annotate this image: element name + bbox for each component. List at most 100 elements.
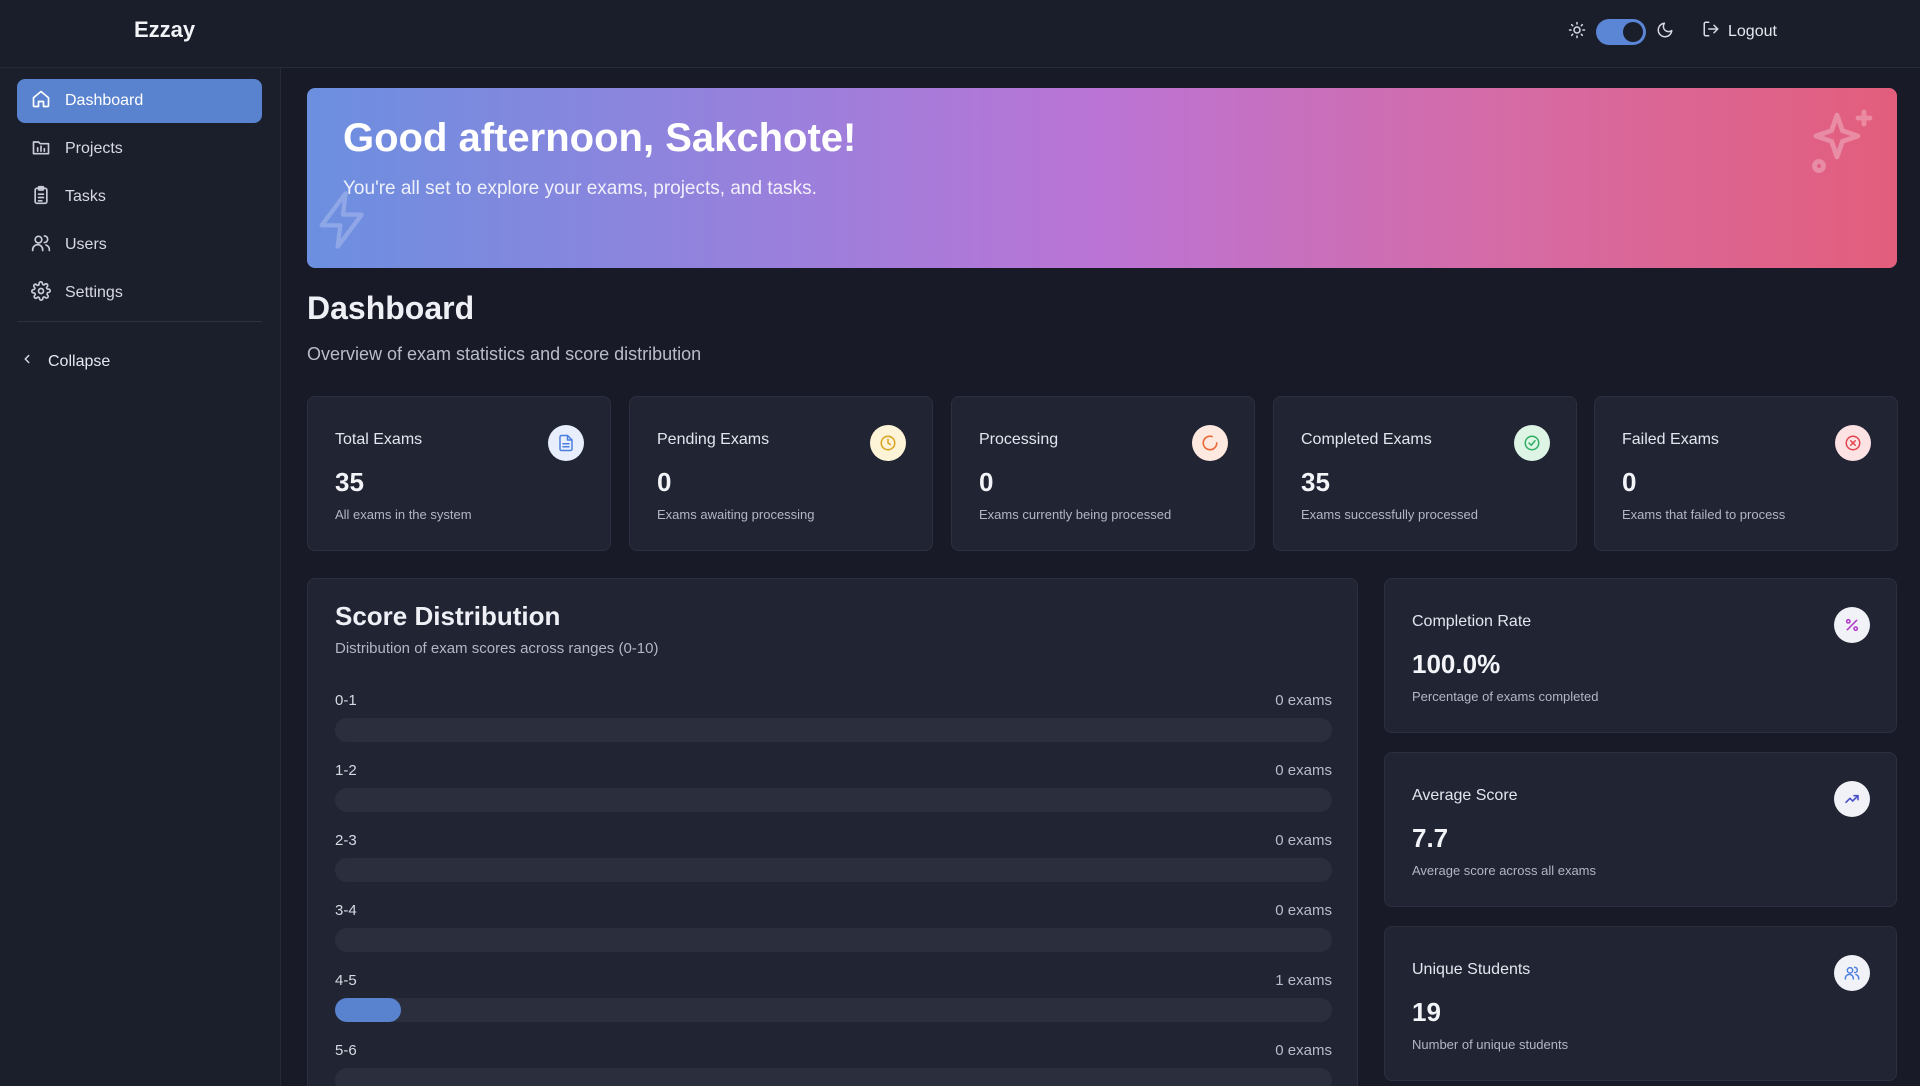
- users-icon: [31, 233, 51, 258]
- trending-up-icon: [1834, 781, 1870, 817]
- logout-icon: [1702, 20, 1720, 43]
- range-count: 0 exams: [1275, 832, 1332, 849]
- spinner-icon: [1192, 425, 1228, 461]
- stat-label: Pending Exams: [657, 431, 770, 448]
- range-count: 0 exams: [1275, 1042, 1332, 1059]
- range-label: 0-1: [335, 692, 357, 709]
- sparkle-icon: [1807, 106, 1879, 183]
- stat-value: 0: [1622, 467, 1637, 497]
- stat-description: All exams in the system: [335, 507, 472, 522]
- stat-card-failed-exams: Failed Exams 0 Exams that failed to proc…: [1594, 396, 1898, 551]
- range-count: 0 exams: [1275, 762, 1332, 779]
- greeting-subtitle: You're all set to explore your exams, pr…: [343, 178, 817, 199]
- sidebar-item-label: Dashboard: [65, 92, 144, 109]
- stat-card-processing: Processing 0 Exams currently being proce…: [951, 396, 1255, 551]
- stat-label: Processing: [979, 431, 1059, 448]
- distribution-row: 5-6 0 exams: [335, 1042, 1332, 1086]
- logout-button[interactable]: Logout: [1702, 20, 1777, 43]
- theme-toggle[interactable]: [1596, 19, 1646, 45]
- section-subtitle: Distribution of exam scores across range…: [335, 640, 659, 657]
- stat-card-total-exams: Total Exams 35 All exams in the system: [307, 396, 611, 551]
- sun-icon: [1568, 21, 1586, 44]
- section-title: Score Distribution: [335, 601, 561, 631]
- sidebar-item-settings[interactable]: Settings: [17, 271, 262, 315]
- stat-label: Total Exams: [335, 431, 423, 448]
- theme-switcher: [1568, 19, 1674, 45]
- sidebar-item-projects[interactable]: Projects: [17, 127, 262, 171]
- sidebar-item-label: Users: [65, 236, 107, 253]
- progress-track: [335, 788, 1332, 812]
- page-subtitle: Overview of exam statistics and score di…: [307, 344, 702, 364]
- metric-value: 19: [1412, 997, 1441, 1027]
- toggle-knob: [1623, 22, 1643, 42]
- stat-card-completed-exams: Completed Exams 35 Exams successfully pr…: [1273, 396, 1577, 551]
- metric-card-unique-students: Unique Students 19 Number of unique stud…: [1384, 926, 1897, 1081]
- moon-icon: [1656, 21, 1674, 44]
- sidebar-item-dashboard[interactable]: Dashboard: [17, 79, 262, 123]
- progress-track: [335, 1068, 1332, 1086]
- collapse-button[interactable]: Collapse: [20, 352, 110, 371]
- check-circle-icon: [1514, 425, 1550, 461]
- users-icon: [1834, 955, 1870, 991]
- stat-description: Exams that failed to process: [1622, 507, 1786, 522]
- progress-track: [335, 998, 1332, 1022]
- distribution-row: 1-2 0 exams: [335, 762, 1332, 822]
- metric-label: Unique Students: [1412, 961, 1531, 978]
- lightning-icon: [311, 188, 375, 257]
- welcome-banner: Good afternoon, Sakchote! You're all set…: [307, 88, 1897, 268]
- logout-label: Logout: [1728, 22, 1777, 40]
- metric-description: Percentage of exams completed: [1412, 689, 1599, 704]
- page-title: Dashboard: [307, 290, 475, 326]
- range-count: 0 exams: [1275, 902, 1332, 919]
- metric-label: Average Score: [1412, 787, 1518, 804]
- sidebar-item-label: Tasks: [65, 188, 106, 205]
- gear-icon: [31, 280, 51, 306]
- top-bar: Ezzay Logout: [0, 0, 1920, 68]
- distribution-row: 2-3 0 exams: [335, 832, 1332, 892]
- metric-card-completion-rate: Completion Rate 100.0% Percentage of exa…: [1384, 578, 1897, 733]
- stat-value: 0: [979, 467, 994, 497]
- sidebar-item-users[interactable]: Users: [17, 223, 262, 267]
- distribution-row: 4-5 1 exams: [335, 972, 1332, 1032]
- metric-description: Number of unique students: [1412, 1037, 1569, 1052]
- range-count: 0 exams: [1275, 692, 1332, 709]
- sidebar-item-tasks[interactable]: Tasks: [17, 175, 262, 219]
- sidebar: Dashboard Projects Tasks Users Settings …: [0, 68, 281, 1086]
- range-count: 1 exams: [1275, 972, 1332, 989]
- stat-value: 0: [657, 467, 672, 497]
- document-icon: [548, 425, 584, 461]
- metric-value: 100.0%: [1412, 649, 1501, 679]
- brand-logo[interactable]: Ezzay: [134, 17, 195, 43]
- collapse-label: Collapse: [48, 352, 111, 370]
- progress-track: [335, 928, 1332, 952]
- sidebar-item-label: Settings: [65, 284, 123, 301]
- stat-value: 35: [1301, 467, 1330, 497]
- chevron-left-icon: [20, 352, 34, 371]
- progress-fill: [335, 998, 402, 1022]
- x-circle-icon: [1835, 425, 1871, 461]
- stat-description: Exams successfully processed: [1301, 507, 1479, 522]
- clipboard-icon: [31, 185, 51, 210]
- sidebar-divider: [17, 321, 262, 322]
- distribution-row: 3-4 0 exams: [335, 902, 1332, 962]
- range-label: 4-5: [335, 972, 357, 989]
- range-label: 3-4: [335, 902, 357, 919]
- stat-description: Exams currently being processed: [979, 507, 1172, 522]
- projects-icon: [31, 137, 51, 162]
- progress-track: [335, 718, 1332, 742]
- range-label: 2-3: [335, 832, 357, 849]
- score-distribution-card: Score Distribution Distribution of exam …: [307, 578, 1358, 1086]
- distribution-row: 0-1 0 exams: [335, 692, 1332, 752]
- range-label: 1-2: [335, 762, 357, 779]
- range-label: 5-6: [335, 1042, 357, 1059]
- stat-label: Failed Exams: [1622, 431, 1719, 448]
- metric-description: Average score across all exams: [1412, 863, 1597, 878]
- metric-card-average-score: Average Score 7.7 Average score across a…: [1384, 752, 1897, 907]
- stat-description: Exams awaiting processing: [657, 507, 815, 522]
- metric-label: Completion Rate: [1412, 613, 1532, 630]
- stat-card-pending-exams: Pending Exams 0 Exams awaiting processin…: [629, 396, 933, 551]
- clock-icon: [870, 425, 906, 461]
- stat-label: Completed Exams: [1301, 431, 1432, 448]
- progress-track: [335, 858, 1332, 882]
- sidebar-item-label: Projects: [65, 140, 123, 157]
